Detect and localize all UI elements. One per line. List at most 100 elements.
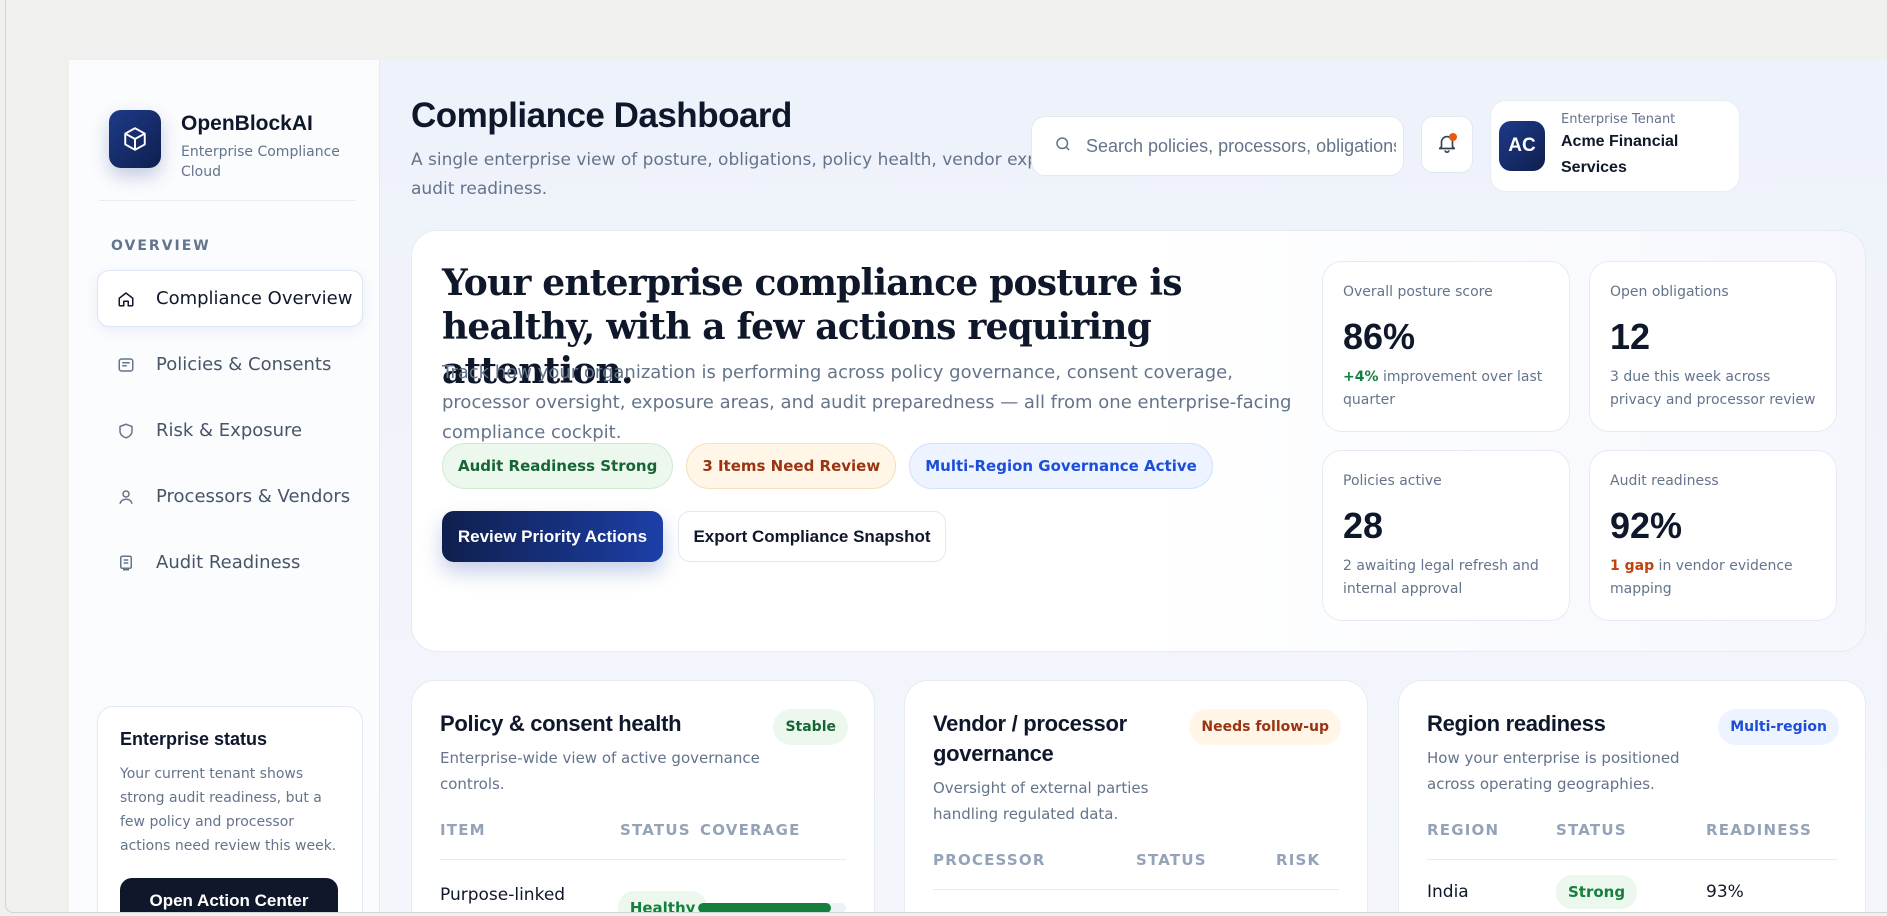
status-pill: Healthy [617, 891, 708, 912]
browser-frame: OpenBlockAI Enterprise Compliance Cloud … [5, 0, 1887, 913]
column-header: STATUS [1556, 821, 1627, 839]
page-title: Compliance Dashboard [411, 96, 792, 135]
chip-items-review[interactable]: 3 Items Need Review [686, 443, 897, 489]
column-header: STATUS [1136, 851, 1207, 869]
column-header: REGION [1427, 821, 1500, 839]
metric-label: Audit readiness [1610, 473, 1719, 489]
sidebar-item-risk-exposure[interactable]: Risk & Exposure [97, 402, 363, 459]
brand[interactable]: OpenBlockAI Enterprise Compliance Cloud [109, 110, 349, 182]
sidebar-item-label: Policies & Consents [156, 354, 332, 375]
search-input[interactable] [1086, 135, 1396, 157]
metric-note: +4% improvement over last quarter [1343, 366, 1549, 412]
row-readiness: 93% [1706, 882, 1744, 902]
chip-audit-readiness[interactable]: Audit Readiness Strong [442, 443, 674, 489]
metric-card-obligations[interactable]: Open obligations 12 3 due this week acro… [1589, 261, 1837, 432]
status-pill: Strong [1556, 875, 1638, 909]
hero-chips: Audit Readiness Strong 3 Items Need Revi… [442, 443, 1213, 489]
notification-dot [1449, 133, 1457, 141]
brand-name: OpenBlockAI [181, 112, 313, 135]
table-row[interactable]: Purpose-linked consent notices Healthy [440, 882, 846, 912]
tenant-name: Acme Financial Services [1561, 132, 1679, 176]
status-badge: Multi-region [1718, 709, 1839, 745]
status-card-body: Your current tenant shows strong audit r… [120, 766, 337, 854]
table-row[interactable]: India Strong 93% [1427, 875, 1837, 909]
home-icon [116, 289, 136, 309]
sidebar-item-processors-vendors[interactable]: Processors & Vendors [97, 468, 363, 525]
table-header: REGION STATUS READINESS [1427, 821, 1837, 860]
sidebar-divider [99, 200, 355, 201]
status-card-title: Enterprise status [120, 729, 268, 749]
card-subtitle: Enterprise-wide view of active governanc… [440, 749, 760, 793]
metric-value: 92% [1610, 505, 1683, 546]
vendor-governance-card: Vendor / processor governance Oversight … [904, 680, 1368, 912]
tenant-label: Enterprise Tenant [1561, 111, 1676, 127]
column-header: PROCESSOR [933, 851, 1046, 869]
metric-label: Policies active [1343, 473, 1442, 489]
avatar: AC [1499, 121, 1545, 171]
metric-label: Open obligations [1610, 284, 1729, 300]
app-shell: OpenBlockAI Enterprise Compliance Cloud … [69, 60, 1887, 912]
sidebar-item-audit-readiness[interactable]: Audit Readiness [97, 534, 363, 591]
enterprise-status-card: Enterprise status Your current tenant sh… [97, 706, 363, 912]
column-header: STATUS [620, 821, 691, 839]
row-item: Purpose-linked consent notices [440, 885, 574, 912]
page-subtitle: A single enterprise view of posture, obl… [411, 150, 1128, 199]
metric-note: 3 due this week across privacy and proce… [1610, 369, 1816, 408]
hero-actions: Review Priority Actions Export Complianc… [442, 511, 946, 562]
chip-multi-region[interactable]: Multi-Region Governance Active [909, 443, 1213, 489]
user-icon [116, 487, 136, 507]
sidebar-item-compliance-overview[interactable]: Compliance Overview [97, 270, 363, 327]
search-box[interactable] [1031, 116, 1404, 176]
table-header: ITEM STATUS COVERAGE [440, 821, 846, 860]
column-header: ITEM [440, 821, 486, 839]
review-priority-actions-button[interactable]: Review Priority Actions [442, 511, 663, 562]
metric-grid: Overall posture score 86% +4% improvemen… [1322, 261, 1837, 621]
shield-icon [116, 421, 136, 441]
table-header: PROCESSOR STATUS RISK [933, 851, 1339, 890]
column-header: RISK [1276, 851, 1321, 869]
metric-highlight: 1 gap [1610, 558, 1655, 574]
metric-card-audit[interactable]: Audit readiness 92% 1 gap in vendor evid… [1589, 450, 1837, 621]
metric-value: 12 [1610, 316, 1651, 357]
sidebar-item-label: Risk & Exposure [156, 420, 303, 441]
sidebar-item-label: Audit Readiness [156, 552, 301, 573]
metric-card-policies[interactable]: Policies active 28 2 awaiting legal refr… [1322, 450, 1570, 621]
sidebar: OpenBlockAI Enterprise Compliance Cloud … [69, 60, 380, 912]
region-readiness-card: Region readiness How your enterprise is … [1398, 680, 1866, 912]
tenant-switcher[interactable]: AC Enterprise Tenant Acme Financial Serv… [1490, 100, 1740, 192]
posture-hero: Your enterprise compliance posture is he… [411, 230, 1866, 652]
card-subtitle: How your enterprise is positioned across… [1427, 749, 1680, 793]
document-icon [116, 355, 136, 375]
policy-consent-card: Policy & consent health Enterprise-wide … [411, 680, 875, 912]
column-header: READINESS [1706, 821, 1812, 839]
notifications-button[interactable] [1421, 116, 1473, 173]
export-snapshot-button[interactable]: Export Compliance Snapshot [678, 511, 946, 562]
coverage-bar-fill [697, 903, 832, 912]
metric-highlight: +4% [1343, 369, 1379, 385]
card-subtitle: Oversight of external parties handling r… [933, 779, 1149, 823]
sidebar-item-policies-consents[interactable]: Policies & Consents [97, 336, 363, 393]
metric-value: 28 [1343, 505, 1384, 546]
brand-subtitle: Enterprise Compliance Cloud [181, 144, 340, 180]
metric-value: 86% [1343, 316, 1416, 357]
status-badge: Needs follow-up [1189, 709, 1341, 745]
search-icon [1054, 135, 1072, 157]
metric-card-posture[interactable]: Overall posture score 86% +4% improvemen… [1322, 261, 1570, 432]
status-badge: Stable [773, 709, 848, 745]
sidebar-item-label: Compliance Overview [156, 288, 353, 309]
column-header: COVERAGE [700, 821, 801, 839]
row-region: India [1427, 882, 1469, 902]
coverage-bar [697, 903, 846, 912]
sidebar-nav: Compliance Overview Policies & Consents … [97, 270, 363, 600]
cube-icon [109, 110, 161, 168]
metric-note: 2 awaiting legal refresh and internal ap… [1343, 558, 1539, 597]
card-title: Vendor / processor governance [933, 711, 1127, 766]
hero-body: Track how your organization is performin… [442, 362, 1292, 443]
metric-label: Overall posture score [1343, 284, 1493, 300]
clipboard-icon [116, 553, 136, 573]
main-content: Compliance Dashboard A single enterprise… [380, 60, 1887, 912]
metric-note: 1 gap in vendor evidence mapping [1610, 555, 1816, 601]
open-action-center-button[interactable]: Open Action Center [120, 878, 338, 912]
nav-section-label: OVERVIEW [111, 238, 211, 254]
sidebar-item-label: Processors & Vendors [156, 486, 351, 507]
